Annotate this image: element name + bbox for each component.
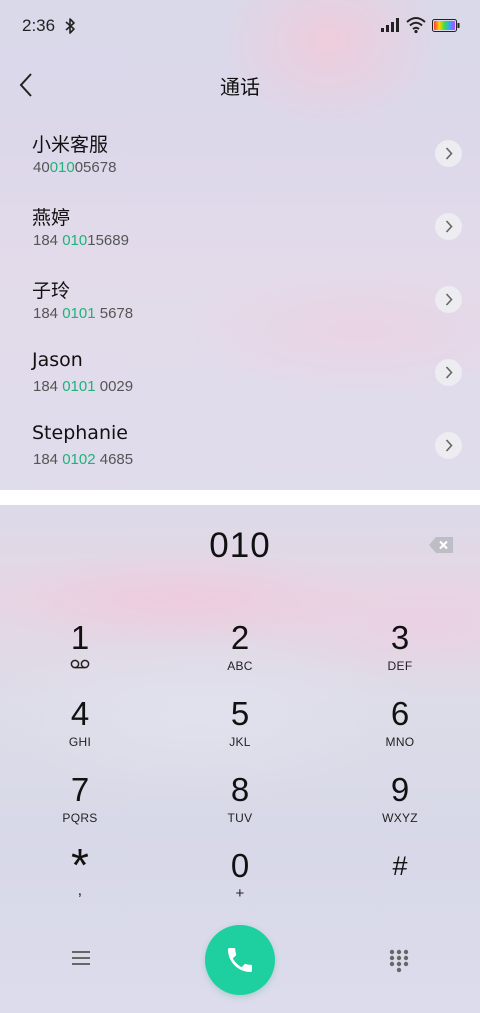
- chevron-right-icon: [445, 366, 453, 379]
- signal-icon: [381, 18, 399, 32]
- contact-detail-button[interactable]: [435, 213, 462, 240]
- menu-icon: [72, 951, 90, 965]
- dialpad-toggle-button[interactable]: [388, 949, 410, 973]
- number-prefix: 184: [33, 378, 63, 395]
- contact-number: 4001005678: [33, 159, 116, 176]
- contact-row[interactable]: 燕婷 184 01015689: [0, 195, 480, 268]
- contact-name: Jason: [32, 349, 83, 371]
- contact-number: 184 0101 5678: [33, 305, 133, 322]
- contact-name: Stephanie: [32, 422, 128, 444]
- number-suffix: 5678: [95, 305, 134, 322]
- contact-detail-button[interactable]: [435, 359, 462, 386]
- contact-number: 184 0101 0029: [33, 378, 133, 395]
- key-6[interactable]: 6 MNO: [325, 691, 475, 761]
- contact-row[interactable]: Stephanie 184 0102 4685: [0, 414, 480, 487]
- status-bar: 2:36: [0, 0, 480, 52]
- contact-name: 子玲: [32, 280, 71, 302]
- wifi-icon: [406, 17, 426, 34]
- key-letters: MNO: [385, 735, 415, 749]
- phone-icon: [228, 948, 252, 972]
- battery-icon: [432, 19, 460, 32]
- key-star[interactable]: * ,: [5, 839, 155, 913]
- key-letters: PQRS: [62, 811, 98, 825]
- number-prefix: 184: [33, 305, 63, 322]
- key-digit: #: [392, 851, 408, 881]
- backspace-icon: [429, 537, 453, 553]
- key-letters: +: [235, 885, 245, 902]
- contact-name: 小米客服: [32, 134, 109, 156]
- key-letters: DEF: [387, 659, 413, 673]
- key-digit: 3: [390, 619, 410, 656]
- key-digit: 0: [230, 847, 250, 884]
- key-digit: 5: [230, 695, 250, 732]
- number-prefix: 40: [33, 159, 50, 176]
- contact-detail-button[interactable]: [435, 432, 462, 459]
- key-digit: *: [71, 839, 89, 891]
- key-letters: ABC: [227, 659, 253, 673]
- number-match: 010: [62, 232, 88, 249]
- contact-row[interactable]: 子玲 184 0101 5678: [0, 268, 480, 341]
- contact-detail-button[interactable]: [435, 286, 462, 313]
- dialpad-icon: [389, 949, 409, 973]
- key-digit: 9: [390, 771, 410, 808]
- contact-detail-button[interactable]: [435, 140, 462, 167]
- key-hash[interactable]: #: [325, 843, 475, 913]
- key-0[interactable]: 0 +: [165, 843, 315, 913]
- number-match: 0101: [62, 305, 96, 322]
- number-prefix: 184: [33, 451, 63, 468]
- chevron-right-icon: [445, 439, 453, 452]
- key-digit: 7: [70, 771, 90, 808]
- contact-row[interactable]: Jason 184 0101 0029: [0, 341, 480, 414]
- key-digit: 2: [230, 619, 250, 656]
- chevron-right-icon: [445, 293, 453, 306]
- voicemail-icon: [70, 659, 90, 669]
- backspace-button[interactable]: [427, 535, 455, 555]
- key-5[interactable]: 5 JKL: [165, 691, 315, 761]
- key-8[interactable]: 8 TUV: [165, 767, 315, 837]
- number-match: 0102: [62, 451, 96, 468]
- contact-number: 184 0102 4685: [33, 451, 133, 468]
- contact-name: 燕婷: [32, 207, 71, 229]
- key-letters: JKL: [229, 735, 251, 749]
- key-letters: WXYZ: [382, 811, 418, 825]
- key-2[interactable]: 2 ABC: [165, 615, 315, 685]
- key-digit: 1: [70, 619, 90, 656]
- number-match: 010: [49, 159, 75, 176]
- key-1[interactable]: 1: [5, 615, 155, 685]
- number-suffix: 05678: [74, 159, 117, 176]
- key-9[interactable]: 9 WXYZ: [325, 767, 475, 837]
- number-suffix: 0029: [95, 378, 134, 395]
- bluetooth-icon: [65, 18, 75, 34]
- contact-row[interactable]: 小米客服 4001005678: [0, 122, 480, 195]
- call-button[interactable]: [205, 925, 275, 995]
- key-letters: GHI: [68, 735, 92, 749]
- menu-button[interactable]: [70, 948, 92, 968]
- key-4[interactable]: 4 GHI: [5, 691, 155, 761]
- key-7[interactable]: 7 PQRS: [5, 767, 155, 837]
- number-suffix: 4685: [95, 451, 134, 468]
- dial-input[interactable]: 010: [0, 526, 480, 566]
- contact-number: 184 01015689: [33, 232, 129, 249]
- key-digit: 6: [390, 695, 410, 732]
- status-time: 2:36: [22, 16, 56, 35]
- chevron-right-icon: [445, 147, 453, 160]
- key-digit: 8: [230, 771, 250, 808]
- header: 通话: [0, 60, 480, 110]
- key-3[interactable]: 3 DEF: [325, 615, 475, 685]
- call-list: 小米客服 4001005678 燕婷 184 01015689 子玲 184 0…: [0, 122, 480, 487]
- number-prefix: 184: [33, 232, 63, 249]
- panel-divider: [0, 490, 480, 505]
- page-title: 通话: [220, 75, 260, 99]
- key-letters: ,: [77, 882, 83, 899]
- key-digit: 4: [70, 695, 90, 732]
- number-match: 0101: [62, 378, 96, 395]
- key-letters: TUV: [227, 811, 253, 825]
- bottom-bar: [0, 925, 480, 995]
- chevron-right-icon: [445, 220, 453, 233]
- number-suffix: 15689: [87, 232, 129, 249]
